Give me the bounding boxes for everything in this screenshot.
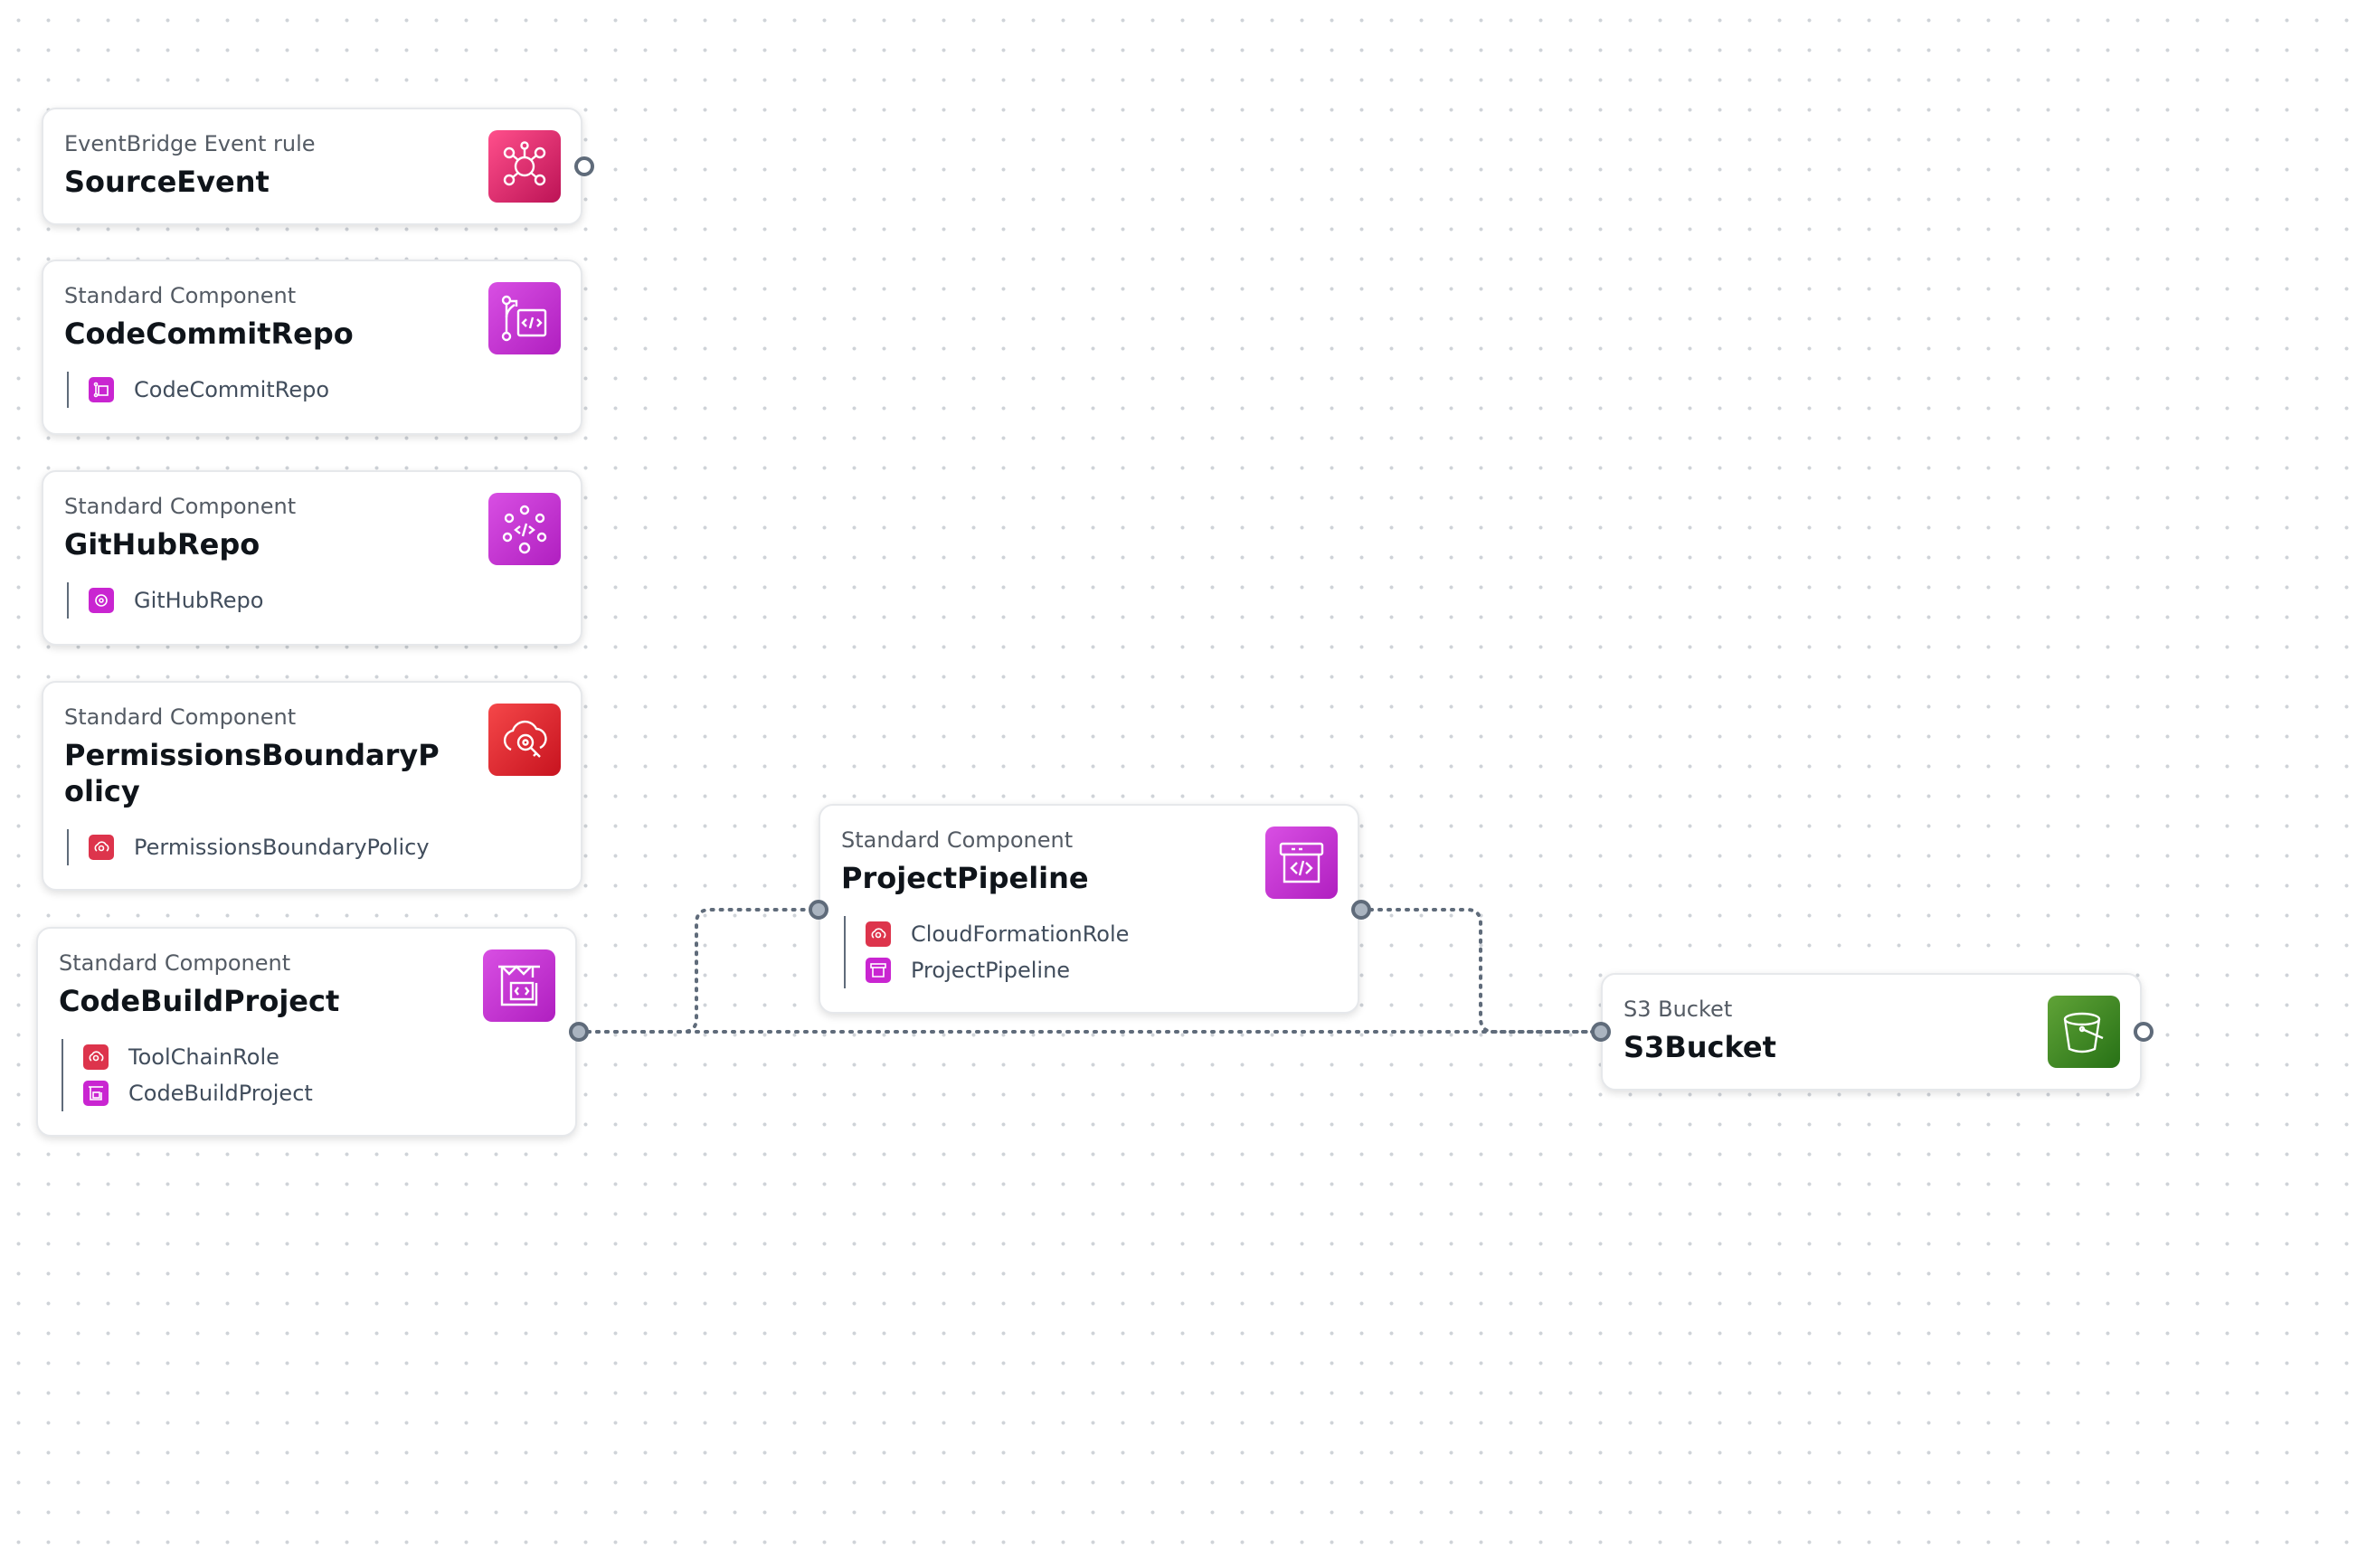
child-label: CodeBuildProject bbox=[128, 1081, 313, 1106]
node-type-label: S3 Bucket bbox=[1623, 997, 1733, 1022]
iam-role-icon bbox=[866, 921, 891, 947]
edge-pipeline-to-s3[interactable] bbox=[1359, 908, 1603, 1034]
child-label: ProjectPipeline bbox=[911, 958, 1071, 983]
node-type-label: Standard Component bbox=[64, 704, 297, 730]
node-type-label: Standard Component bbox=[64, 283, 297, 308]
node-type-label: EventBridge Event rule bbox=[64, 131, 316, 156]
codecommit-icon bbox=[488, 282, 561, 354]
node-title: S3Bucket bbox=[1623, 1030, 1776, 1064]
codecommit-icon bbox=[89, 377, 114, 402]
node-type-label: Standard Component bbox=[59, 950, 291, 976]
child-label: GitHubRepo bbox=[134, 588, 264, 613]
output-port-project-pipeline[interactable] bbox=[1351, 900, 1371, 920]
node-title: PermissionsBoundaryPolicy bbox=[64, 738, 440, 808]
diagram-canvas[interactable]: EventBridge Event rule SourceEvent Stand… bbox=[0, 0, 2357, 1568]
node-permissions-boundary-policy[interactable]: Standard Component PermissionsBoundaryPo… bbox=[42, 681, 582, 891]
node-source-event[interactable]: EventBridge Event rule SourceEvent bbox=[42, 108, 582, 225]
input-port-s3-bucket[interactable] bbox=[1591, 1022, 1611, 1042]
node-title: CodeCommitRepo bbox=[64, 316, 354, 351]
child-label: ToolChainRole bbox=[128, 1044, 279, 1070]
node-codebuild-project[interactable]: Standard Component CodeBuildProject Tool… bbox=[36, 927, 577, 1137]
codepipeline-icon bbox=[866, 958, 891, 983]
child-item[interactable]: CloudFormationRole bbox=[866, 916, 1129, 952]
node-github-repo[interactable]: Standard Component GitHubRepo GitHubRepo bbox=[42, 470, 582, 646]
child-label: PermissionsBoundaryPolicy bbox=[134, 835, 430, 860]
node-children: CloudFormationRole ProjectPipeline bbox=[844, 916, 1129, 988]
node-project-pipeline[interactable]: Standard Component ProjectPipeline Cloud… bbox=[819, 804, 1359, 1014]
node-type-label: Standard Component bbox=[841, 827, 1074, 853]
node-children: PermissionsBoundaryPolicy bbox=[67, 829, 430, 865]
child-item[interactable]: ToolChainRole bbox=[83, 1039, 313, 1075]
codebuild-icon bbox=[483, 949, 555, 1022]
iam-role-icon bbox=[83, 1044, 109, 1070]
child-item[interactable]: CodeCommitRepo bbox=[89, 372, 329, 408]
node-children: GitHubRepo bbox=[67, 582, 263, 619]
child-label: CodeCommitRepo bbox=[134, 377, 329, 402]
edge-codebuild-to-pipeline[interactable] bbox=[577, 908, 820, 1034]
node-children: CodeCommitRepo bbox=[67, 372, 329, 408]
child-label: CloudFormationRole bbox=[911, 921, 1130, 947]
output-port-codebuild-project[interactable] bbox=[569, 1022, 589, 1042]
node-title: CodeBuildProject bbox=[59, 984, 340, 1018]
node-s3-bucket[interactable]: S3 Bucket S3Bucket bbox=[1601, 973, 2142, 1091]
output-port-source-event[interactable] bbox=[574, 156, 594, 176]
github-repo-icon bbox=[89, 588, 114, 613]
github-repo-icon bbox=[488, 493, 561, 565]
iam-policy-icon bbox=[89, 835, 114, 860]
node-title: SourceEvent bbox=[64, 165, 270, 199]
node-codecommit-repo[interactable]: Standard Component CodeCommitRepo CodeCo… bbox=[42, 260, 582, 435]
codepipeline-icon bbox=[1265, 827, 1338, 899]
node-title: GitHubRepo bbox=[64, 527, 260, 562]
output-port-s3-bucket[interactable] bbox=[2134, 1022, 2153, 1042]
iam-policy-icon bbox=[488, 704, 561, 776]
input-port-project-pipeline[interactable] bbox=[809, 900, 828, 920]
child-item[interactable]: GitHubRepo bbox=[89, 582, 263, 619]
child-item[interactable]: CodeBuildProject bbox=[83, 1075, 313, 1111]
node-children: ToolChainRole CodeBuildProject bbox=[62, 1039, 313, 1111]
s3-bucket-icon bbox=[2048, 996, 2120, 1068]
eventbridge-icon bbox=[488, 130, 561, 203]
child-item[interactable]: PermissionsBoundaryPolicy bbox=[89, 829, 430, 865]
node-title: ProjectPipeline bbox=[841, 861, 1089, 895]
node-type-label: Standard Component bbox=[64, 494, 297, 519]
child-item[interactable]: ProjectPipeline bbox=[866, 952, 1129, 988]
codebuild-icon bbox=[83, 1081, 109, 1106]
